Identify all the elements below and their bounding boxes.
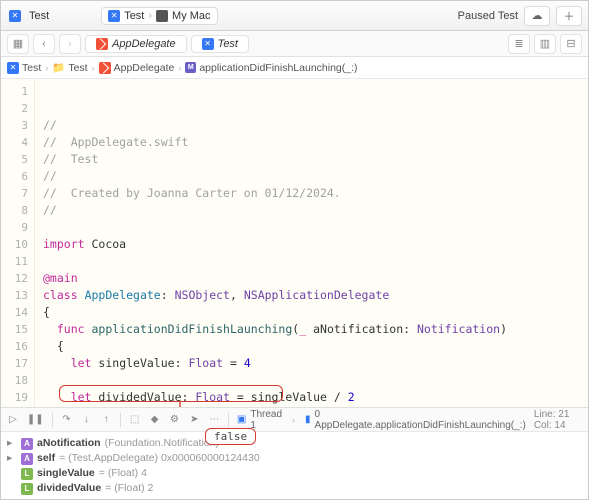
line-gutter[interactable]: 123 456 789 101112 131415 161718 1920 21… [1,79,35,407]
back-button[interactable]: ‹ [33,34,55,54]
crumb-project[interactable]: ✕ Test [7,62,41,74]
scheme-label: Test [124,10,144,22]
plus-icon: ＋ [564,8,575,24]
pause-button[interactable]: ❚❚ [27,414,44,425]
run-status: Paused Test [458,10,518,22]
tab-label: AppDelegate [112,38,176,50]
swift-icon [99,62,111,74]
lines-icon: ≣ [514,37,523,50]
crumb-folder[interactable]: 📁 Test [52,61,87,74]
var-row[interactable]: L dividedValue = (Float) 2 [7,481,582,496]
frame-icon: ▮ [305,414,311,425]
chevron-icon: › [90,63,97,73]
chevron-icon: › [43,63,50,73]
chevron-icon: › [176,63,183,73]
step-into-button[interactable]: ↓ [80,414,92,425]
mac-icon [156,10,168,22]
arg-badge-icon: A [21,453,33,465]
cursor-position: Line: 21 Col: 14 [534,409,582,431]
arg-badge-icon: A [21,438,33,450]
split-icon: ▥ [540,37,550,50]
breadcrumb: ✕ Test › 📁 Test › AppDelegate › M applic… [1,57,588,79]
code-editor[interactable]: 123 456 789 101112 131415 161718 1920 21… [1,79,588,407]
project-icon: ✕ [202,38,214,50]
scheme-selector[interactable]: ✕ Test › My Mac [101,7,217,25]
debug-view-button[interactable]: ⬚ [129,414,141,425]
minimap-button[interactable]: ⊟ [560,34,582,54]
local-badge-icon: L [21,468,33,480]
chevron-left-icon: ‹ [42,38,46,50]
crumb-file[interactable]: AppDelegate [99,62,175,74]
folder-icon: 📁 [52,61,65,74]
tab-appdelegate[interactable]: AppDelegate [85,35,187,53]
add-button[interactable]: ＋ [556,6,582,26]
minimap-icon: ⊟ [566,37,575,50]
destination-label: My Mac [172,10,211,22]
tab-label: Test [218,38,238,50]
thread-icon: ▣ [237,414,246,425]
variables-view: ▸ A aNotification (Foundation.Notificati… [1,431,588,499]
editor-nav: ▦ ‹ › AppDelegate ✕ Test ≣ ▥ ⊟ [1,31,588,57]
project-title: Test [29,10,49,22]
step-over-button[interactable]: ↷ [60,414,72,425]
local-badge-icon: L [21,483,33,495]
location-button[interactable]: ➤ [188,414,200,425]
forward-button[interactable]: › [59,34,81,54]
grid-icon: ▦ [13,37,23,50]
frame-selector[interactable]: ▮ 0 AppDelegate.applicationDidFinishLaun… [305,409,526,431]
related-items-button[interactable]: ▦ [7,34,29,54]
scheme-icon: ✕ [108,10,120,22]
memory-graph-button[interactable]: ◆ [149,414,161,425]
var-row[interactable]: ▸ A aNotification (Foundation.Notificati… [7,436,582,451]
project-icon: ✕ [7,8,23,24]
method-icon: M [185,62,196,73]
callout-result: false [205,428,256,445]
code-content[interactable]: Thread 1: breakpoint 1.1 (1) // // AppDe… [35,79,588,407]
var-row[interactable]: L singleValue = (Float) 4 [7,466,582,481]
cloud-button[interactable]: ☁ [524,6,550,26]
crumb-symbol[interactable]: M applicationDidFinishLaunching(_:) [185,62,357,74]
chevron-right-icon: › [148,10,152,22]
disclosure-icon[interactable]: ▸ [7,436,17,451]
disclosure-icon[interactable]: ▸ [7,451,17,466]
split-editor-button[interactable]: ▥ [534,34,556,54]
debug-bar: ▷ ❚❚ ↷ ↓ ↑ ⬚ ◆ ⚙ ➤ ⋯ ▣ Thread 1 › ▮ 0 Ap… [1,407,588,431]
tab-test[interactable]: ✕ Test [191,35,249,53]
title-toolbar: ✕ Test ✕ Test › My Mac Paused Test ☁ ＋ [1,1,588,31]
toggle-breakpoints-button[interactable]: ▷ [7,414,19,425]
env-overrides-button[interactable]: ⚙ [169,414,181,425]
cloud-icon: ☁ [532,9,543,22]
more-button[interactable]: ⋯ [208,414,220,425]
swift-icon [96,38,108,50]
var-row[interactable]: ▸ A self = (Test.AppDelegate) 0x00006000… [7,451,582,466]
project-icon: ✕ [7,62,19,74]
chevron-right-icon: › [68,38,72,50]
step-out-button[interactable]: ↑ [100,414,112,425]
adjust-editor-button[interactable]: ≣ [508,34,530,54]
